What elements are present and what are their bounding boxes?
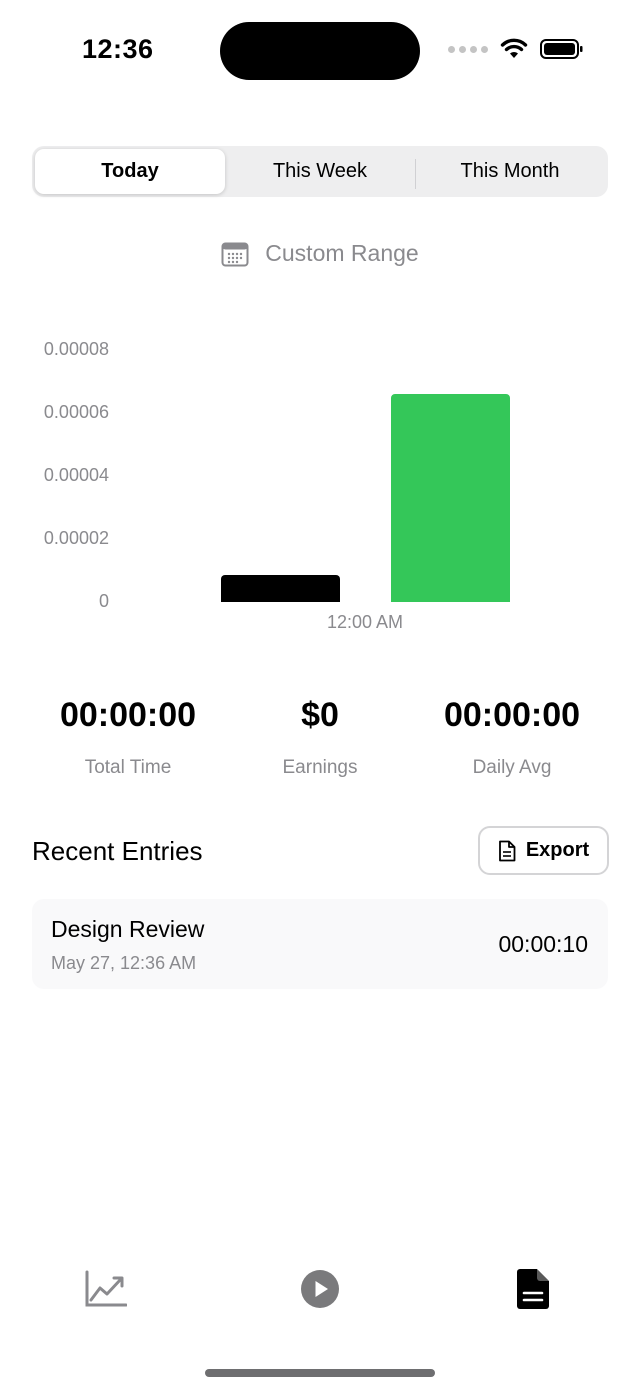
chart-line-icon (85, 1270, 127, 1307)
custom-range-button[interactable]: Custom Range (0, 240, 640, 267)
list-item[interactable]: Design Review May 27, 12:36 AM 00:00:10 (32, 899, 608, 989)
daily-avg-value: 00:00:00 (443, 696, 581, 734)
tab-this-week[interactable]: This Week (225, 149, 415, 194)
document-icon (498, 840, 516, 861)
export-label: Export (525, 839, 590, 861)
tab-this-month-label: This Month (460, 160, 560, 182)
cellular-signal-icon (448, 45, 488, 53)
tab-this-month[interactable]: This Month (415, 149, 605, 194)
daily-avg-label: Daily Avg (472, 757, 552, 778)
tab-today-label: Today (101, 160, 159, 182)
chart-bar (391, 394, 510, 602)
x-tick-label: 12:00 AM (326, 612, 404, 632)
total-time-label: Total Time (84, 757, 172, 778)
export-button[interactable]: Export (478, 826, 609, 875)
recent-entries-title: Recent Entries (32, 836, 203, 866)
custom-range-label: Custom Range (265, 240, 419, 266)
range-segmented-control: Today This Week This Month (32, 146, 608, 197)
tab-entries[interactable] (508, 1264, 558, 1314)
status-time: 12:36 (82, 34, 154, 64)
tab-this-week-label: This Week (272, 160, 368, 182)
y-tick-label: 0.00004 (43, 465, 109, 485)
y-tick-label: 0.00008 (43, 339, 109, 359)
battery-icon (540, 39, 583, 59)
segment-divider (415, 159, 416, 189)
wifi-icon (500, 38, 528, 58)
stat-daily-avg: 00:00:00 Daily Avg (412, 696, 612, 779)
entry-title: Design Review (51, 916, 205, 942)
earnings-value: $0 (301, 696, 339, 734)
calendar-icon (221, 242, 249, 266)
earnings-label: Earnings (282, 757, 358, 778)
total-time-value: 00:00:00 (59, 696, 197, 734)
chart-bar (221, 575, 340, 602)
tab-today[interactable]: Today (35, 149, 225, 194)
play-circle-icon (301, 1270, 339, 1308)
y-tick-label: 0 (98, 591, 109, 611)
status-icons (448, 38, 584, 60)
y-tick-label: 0.00002 (43, 528, 109, 548)
entry-date: May 27, 12:36 AM (51, 953, 197, 973)
stat-total-time: 00:00:00 Total Time (28, 696, 228, 779)
tab-reports[interactable] (81, 1264, 131, 1314)
document-icon (517, 1269, 549, 1309)
entry-duration: 00:00:10 (498, 931, 588, 957)
stat-earnings: $0 Earnings (220, 696, 420, 779)
y-tick-label: 0.00006 (43, 402, 109, 422)
home-indicator (205, 1369, 435, 1377)
dynamic-island (220, 22, 420, 80)
time-chart: 0.00008 0.00006 0.00004 0.00002 0 12:00 AM (0, 330, 640, 640)
tab-timer[interactable] (295, 1264, 345, 1314)
